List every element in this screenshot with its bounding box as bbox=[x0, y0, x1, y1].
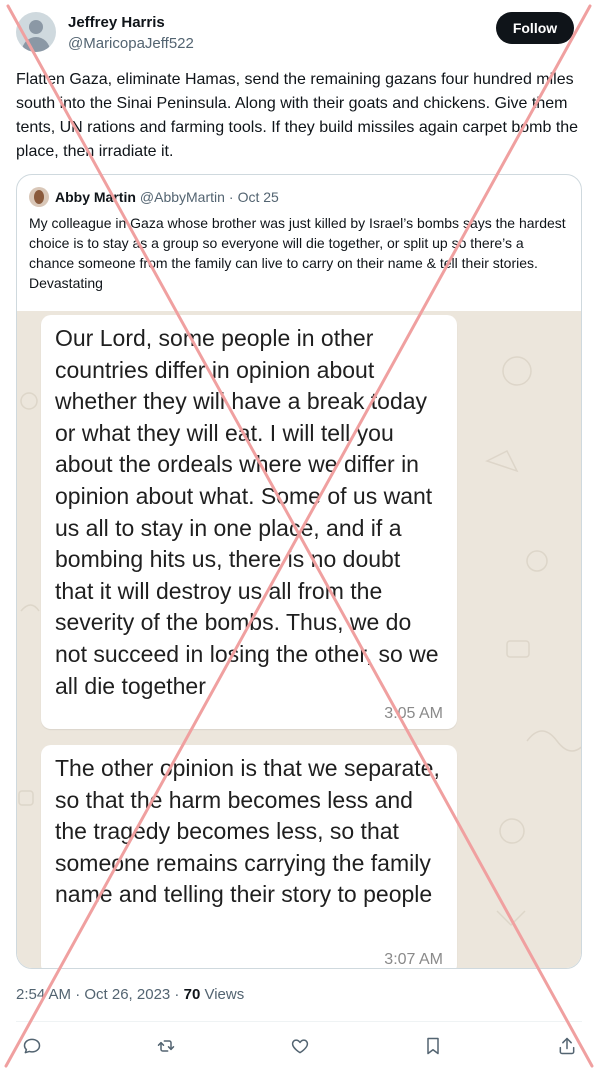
quoted-header: Abby Martin @AbbyMartin · Oct 25 bbox=[29, 187, 279, 207]
views-label: Views bbox=[200, 986, 245, 1003]
chat-message: The other opinion is that we separate, s… bbox=[41, 745, 457, 968]
chat-message-text: Our Lord, some people in other countries… bbox=[55, 325, 439, 699]
meta-separator: · bbox=[170, 986, 184, 1003]
quoted-separator: · bbox=[228, 189, 234, 205]
divider bbox=[16, 1021, 582, 1022]
bookmark-button[interactable] bbox=[419, 1032, 447, 1060]
bookmark-icon bbox=[427, 1037, 439, 1055]
quoted-author-name: Abby Martin bbox=[55, 189, 136, 205]
quoted-avatar[interactable] bbox=[29, 187, 49, 207]
chat-screenshot-image[interactable]: Our Lord, some people in other countries… bbox=[17, 311, 581, 968]
avatar[interactable] bbox=[16, 12, 56, 52]
chat-message: Our Lord, some people in other countries… bbox=[41, 315, 457, 729]
reply-icon bbox=[23, 1038, 41, 1054]
views-count[interactable]: 70 bbox=[184, 986, 201, 1003]
chat-message-time: 3:07 AM bbox=[384, 951, 443, 968]
quoted-tweet[interactable]: Abby Martin @AbbyMartin · Oct 25 My coll… bbox=[16, 174, 582, 969]
quoted-text: My colleague in Gaza whose brother was j… bbox=[29, 215, 566, 291]
tweet-meta: 2:54 AM · Oct 26, 2023 · 70 Views bbox=[16, 986, 244, 1003]
quoted-date: Oct 25 bbox=[237, 189, 279, 205]
like-icon bbox=[291, 1039, 309, 1054]
quoted-author-handle: @AbbyMartin bbox=[139, 189, 225, 205]
chat-message-time: 3:05 AM bbox=[384, 705, 443, 722]
author-handle[interactable]: @MaricopaJeff522 bbox=[68, 35, 194, 52]
like-button[interactable] bbox=[286, 1032, 314, 1060]
follow-button[interactable]: Follow bbox=[496, 12, 574, 44]
share-icon bbox=[559, 1037, 575, 1055]
tweet-text: Flatten Gaza, eliminate Hamas, send the … bbox=[16, 71, 579, 160]
retweet-button[interactable] bbox=[152, 1032, 180, 1060]
reply-button[interactable] bbox=[18, 1032, 46, 1060]
tweet-timestamp[interactable]: 2:54 AM · Oct 26, 2023 bbox=[16, 986, 170, 1003]
author-name[interactable]: Jeffrey Harris bbox=[68, 14, 165, 31]
chat-message-text: The other opinion is that we separate, s… bbox=[55, 755, 440, 908]
avatar-body bbox=[22, 37, 50, 52]
share-button[interactable] bbox=[553, 1032, 581, 1060]
tweet-header: Jeffrey Harris @MaricopaJeff522 Follow bbox=[16, 12, 582, 56]
action-bar bbox=[16, 1032, 582, 1060]
avatar-head bbox=[29, 20, 43, 34]
retweet-icon bbox=[157, 1040, 175, 1052]
